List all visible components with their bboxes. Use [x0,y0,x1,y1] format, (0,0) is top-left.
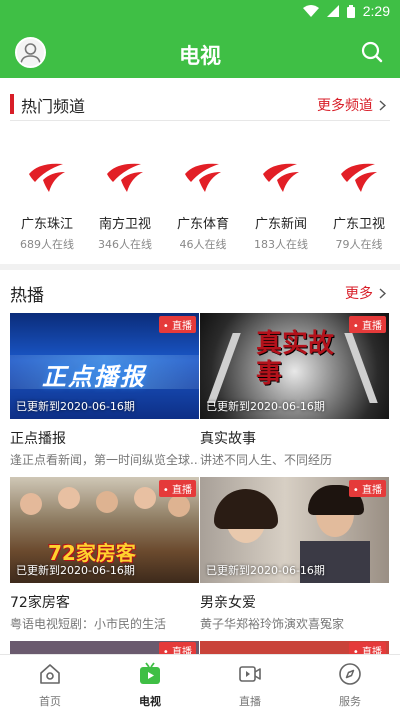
program-title: 真实故事 [200,431,256,447]
program-card[interactable]: • 直播 已更新到2020-06-16期 男亲女爱 黄子华郑裕玲饰演欢喜冤家 [200,477,389,632]
hot-channels-header: 热门频道 更多频道 [0,88,400,122]
channel-list: 广东珠江 689人在线 南方卫视 346人在线 广东体育 46人在线 广东新闻 … [0,150,400,252]
channel-item[interactable]: 广东新闻 183人在线 [242,150,320,252]
live-label: 直播 [172,647,192,654]
live-badge: • 直播 [348,316,386,333]
app-header: 2:29 电视 [0,0,400,78]
channel-name: 广东卫视 [332,217,385,232]
channel-item[interactable]: 广东珠江 689人在线 [8,150,86,252]
program-description: 逢正点看新闻，第一时间纵览全球... [10,453,199,467]
live-label: 直播 [172,485,192,496]
channel-item[interactable]: 广东体育 46人在线 [164,150,242,252]
divider [10,120,390,121]
nav-service-label: 服务 [339,695,361,708]
battery-icon [346,4,355,18]
channel-name: 南方卫视 [98,217,151,232]
nav-tv-label: 电视 [139,695,161,708]
channel-name: 广东珠江 [20,217,73,232]
program-thumbnail[interactable]: 正点播报 • 直播 已更新到2020-06-16期 [10,313,199,419]
home-icon [40,664,60,684]
gdtv-logo-icon [263,163,299,192]
chevron-right-icon [379,99,386,111]
nav-home[interactable]: 首页 [0,655,100,710]
nav-live[interactable]: 直播 [200,655,300,710]
gdtv-logo-icon [29,163,65,192]
nav-service[interactable]: 服务 [300,655,400,710]
hot-broadcast-title: 热播 [10,286,44,306]
nav-home-label: 首页 [39,695,61,708]
program-title: 72家房客 [10,595,70,611]
program-thumbnail[interactable]: • 直播 已更新到2020-06-16期 [200,477,389,583]
hot-channels-title: 热门频道 [21,97,86,116]
signal-icon [326,5,339,17]
live-label: 直播 [172,321,192,332]
live-label: 直播 [362,321,382,332]
gdtv-logo-icon [185,163,221,192]
channel-name: 广东体育 [176,217,229,232]
status-time: 2:29 [362,3,390,19]
thumbnail-caption: 真实故事 [256,329,335,389]
channel-online-count: 689人在线 [20,238,74,251]
tv-icon [140,662,160,684]
video-camera-icon [239,666,261,682]
program-description: 粤语电视短剧：小市民的生活 [10,617,167,631]
nav-tv[interactable]: 电视 [100,655,200,710]
page-title: 电视 [179,44,221,68]
channel-online-count: 46人在线 [179,238,227,251]
more-channels-link[interactable]: 更多频道 [317,95,386,115]
channel-online-count: 79人在线 [335,238,383,251]
program-thumbnail-partial[interactable]: • 直播 [10,641,199,654]
update-info: 已更新到2020-06-16期 [16,400,135,413]
more-channels-label: 更多频道 [317,98,373,114]
program-card[interactable]: 72家房客 • 直播 已更新到2020-06-16期 72家房客 粤语电视短剧：… [10,477,199,632]
update-info: 已更新到2020-06-16期 [206,400,325,413]
live-badge: • 直播 [348,480,386,497]
channel-item[interactable]: 南方卫视 346人在线 [86,150,164,252]
update-info: 已更新到2020-06-16期 [16,564,135,577]
compass-icon [339,663,361,685]
gdtv-logo-icon [107,163,143,192]
live-label: 直播 [362,485,382,496]
more-broadcast-link[interactable]: 更多 [345,283,386,303]
program-thumbnail[interactable]: 72家房客 • 直播 已更新到2020-06-16期 [10,477,199,583]
section-marker [10,94,14,114]
section-separator [0,264,400,270]
wifi-icon [302,5,319,17]
program-description: 黄子华郑裕玲饰演欢喜冤家 [200,617,345,631]
channel-name: 广东新闻 [254,217,307,232]
channel-item[interactable]: 广东卫视 79人在线 [320,150,398,252]
program-card[interactable]: 真实故事 • 直播 已更新到2020-06-16期 真实故事 讲述不同人生、不同… [200,313,389,468]
live-badge: • 直播 [158,480,196,497]
live-badge: • 直播 [158,642,196,654]
program-thumbnail[interactable]: 真实故事 • 直播 已更新到2020-06-16期 [200,313,389,419]
chevron-right-icon [379,287,386,299]
program-title: 男亲女爱 [200,595,256,611]
more-broadcast-label: 更多 [345,286,373,302]
channel-online-count: 346人在线 [98,238,152,251]
program-title: 正点播报 [10,431,66,447]
live-label: 直播 [362,647,382,654]
search-icon[interactable] [360,40,384,64]
live-badge: • 直播 [348,642,386,654]
program-description: 讲述不同人生、不同经历 [200,453,333,467]
program-card[interactable]: 正点播报 • 直播 已更新到2020-06-16期 正点播报 逢正点看新闻，第一… [10,313,199,468]
program-thumbnail-partial[interactable]: • 直播 [200,641,389,654]
channel-online-count: 183人在线 [254,238,308,251]
nav-live-label: 直播 [239,695,261,708]
status-bar: 2:29 [0,0,400,24]
live-badge: • 直播 [158,316,196,333]
update-info: 已更新到2020-06-16期 [206,564,325,577]
gdtv-logo-icon [341,163,377,192]
bottom-nav: 首页 电视 直播 服务 [0,654,400,710]
thumbnail-caption: 正点播报 [42,363,146,391]
